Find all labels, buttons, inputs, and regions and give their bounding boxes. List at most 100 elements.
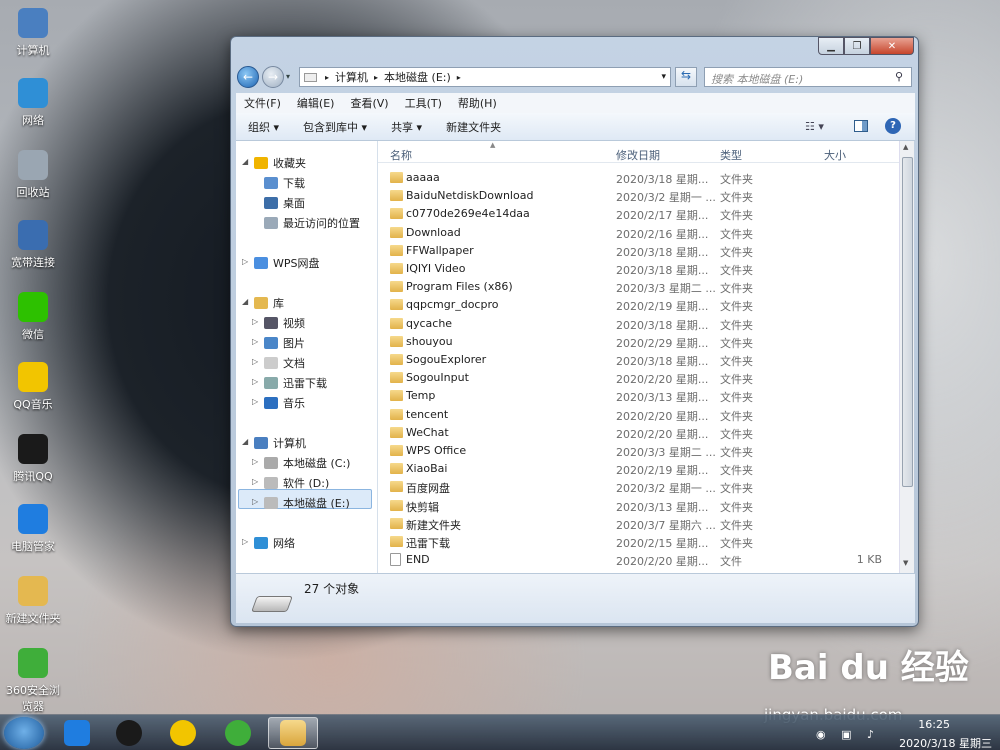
start-button[interactable] xyxy=(4,717,44,749)
desktop-icon-recycle-bin[interactable]: 回收站 xyxy=(2,150,64,200)
file-row[interactable]: qqpcmgr_docpro 2020/2/19 星期... 文件夹 xyxy=(378,296,899,314)
file-row[interactable]: 新建文件夹 2020/3/7 星期六 ... 文件夹 xyxy=(378,515,899,533)
nav-desktop[interactable]: 桌面 xyxy=(264,195,305,211)
clock-time[interactable]: 16:25 xyxy=(918,718,950,731)
preview-pane-icon[interactable] xyxy=(854,120,868,132)
breadcrumb-drive[interactable]: 本地磁盘 (E:) xyxy=(384,69,451,85)
taskbar-explorer[interactable] xyxy=(268,717,318,749)
nav-thunder[interactable]: 迅雷下载 xyxy=(264,375,327,391)
nav-documents[interactable]: 文档 xyxy=(264,355,305,371)
command-button[interactable]: 共享 ▾ xyxy=(379,119,434,135)
file-row[interactable]: WeChat 2020/2/20 星期... 文件夹 xyxy=(378,424,899,442)
scrollbar-thumb[interactable] xyxy=(902,157,913,487)
column-name[interactable]: 名称 xyxy=(390,147,412,163)
file-row[interactable]: qycache 2020/3/18 星期... 文件夹 xyxy=(378,315,899,333)
file-row[interactable]: SogouInput 2020/2/20 星期... 文件夹 xyxy=(378,369,899,387)
nav-wps[interactable]: WPS网盘 xyxy=(254,255,320,271)
desktop-icon-qq[interactable]: 腾讯QQ xyxy=(2,434,64,484)
nav-computer[interactable]: 计算机 xyxy=(254,435,306,451)
expand-arrow-icon[interactable]: ▷ xyxy=(252,337,258,346)
vertical-scrollbar[interactable]: ▲ ▼ xyxy=(899,141,914,573)
expand-arrow-icon[interactable]: ◢ xyxy=(242,297,248,306)
taskbar-pc-manager[interactable] xyxy=(52,717,102,749)
help-icon[interactable]: ? xyxy=(885,118,901,134)
search-input[interactable]: 搜索 本地磁盘 (E:) xyxy=(704,67,912,87)
desktop-icon-browser-360[interactable]: 360安全浏览器 xyxy=(2,648,64,714)
nav-favorites[interactable]: 收藏夹 xyxy=(254,155,306,171)
history-dropdown-icon[interactable]: ▾ xyxy=(286,72,290,81)
taskbar-qq[interactable] xyxy=(104,717,154,749)
nav-drive-e[interactable]: 本地磁盘 (E:) xyxy=(264,495,350,511)
maximize-button[interactable]: ❐ xyxy=(844,37,870,55)
desktop-icon-computer[interactable]: 计算机 xyxy=(2,8,64,58)
close-button[interactable]: ✕ xyxy=(870,37,914,55)
file-row[interactable]: Download 2020/2/16 星期... 文件夹 xyxy=(378,224,899,242)
column-type[interactable]: 类型 xyxy=(720,147,742,163)
command-button[interactable]: 新建文件夹 xyxy=(434,119,513,135)
expand-arrow-icon[interactable]: ▷ xyxy=(252,497,258,506)
file-row[interactable]: WPS Office 2020/3/3 星期二 ... 文件夹 xyxy=(378,442,899,460)
menu-item[interactable]: 编辑(E) xyxy=(289,95,343,111)
expand-arrow-icon[interactable]: ▷ xyxy=(252,397,258,406)
expand-arrow-icon[interactable]: ▷ xyxy=(252,317,258,326)
command-button[interactable]: 组织 ▾ xyxy=(236,119,291,135)
nav-recent[interactable]: 最近访问的位置 xyxy=(264,215,360,231)
nav-pictures[interactable]: 图片 xyxy=(264,335,305,351)
file-row[interactable]: aaaaa 2020/3/18 星期... 文件夹 xyxy=(378,169,899,187)
desktop-icon-folder[interactable]: 新建文件夹 xyxy=(2,576,64,626)
tray-icons[interactable]: ◉ ▣ ♪ xyxy=(816,728,880,741)
expand-arrow-icon[interactable]: ▷ xyxy=(252,377,258,386)
expand-arrow-icon[interactable]: ▷ xyxy=(252,357,258,366)
file-row[interactable]: c0770de269e4e14daa 2020/2/17 星期... 文件夹 xyxy=(378,205,899,223)
menu-item[interactable]: 帮助(H) xyxy=(450,95,505,111)
expand-arrow-icon[interactable]: ▷ xyxy=(242,257,248,266)
file-row[interactable]: 迅雷下载 2020/2/15 星期... 文件夹 xyxy=(378,533,899,551)
expand-arrow-icon[interactable]: ◢ xyxy=(242,157,248,166)
file-row[interactable]: 快剪辑 2020/3/13 星期... 文件夹 xyxy=(378,497,899,515)
desktop-icon-wechat[interactable]: 微信 xyxy=(2,292,64,342)
menu-item[interactable]: 查看(V) xyxy=(342,95,396,111)
clock-date[interactable]: 2020/3/18 星期三 xyxy=(899,735,992,750)
scroll-down-icon[interactable]: ▼ xyxy=(903,559,908,567)
desktop-icon-network[interactable]: 网络 xyxy=(2,78,64,128)
file-row[interactable]: 百度网盘 2020/3/2 星期一 ... 文件夹 xyxy=(378,478,899,496)
refresh-button[interactable]: ⇆ xyxy=(675,67,697,87)
file-row[interactable]: END 2020/2/20 星期... 文件 1 KB xyxy=(378,551,899,569)
desktop-icon-broadband[interactable]: 宽带连接 xyxy=(2,220,64,270)
desktop-icon-pc-manager[interactable]: 电脑管家 xyxy=(2,504,64,554)
expand-arrow-icon[interactable]: ▷ xyxy=(242,537,248,546)
taskbar-browser-360[interactable] xyxy=(213,717,263,749)
breadcrumb-computer[interactable]: 计算机 xyxy=(335,69,368,85)
nav-network[interactable]: 网络 xyxy=(254,535,295,551)
expand-arrow-icon[interactable]: ◢ xyxy=(242,437,248,446)
column-date[interactable]: 修改日期 xyxy=(616,147,660,163)
file-row[interactable]: FFWallpaper 2020/3/18 星期... 文件夹 xyxy=(378,242,899,260)
file-row[interactable]: SogouExplorer 2020/3/18 星期... 文件夹 xyxy=(378,351,899,369)
menu-item[interactable]: 文件(F) xyxy=(236,95,289,111)
expand-arrow-icon[interactable]: ▷ xyxy=(252,457,258,466)
forward-button[interactable]: → xyxy=(262,66,284,88)
address-dropdown-icon[interactable]: ▾ xyxy=(661,72,666,82)
expand-arrow-icon[interactable]: ▷ xyxy=(252,477,258,486)
file-row[interactable]: XiaoBai 2020/2/19 星期... 文件夹 xyxy=(378,460,899,478)
search-icon[interactable]: ⚲ xyxy=(895,70,903,83)
nav-downloads[interactable]: 下载 xyxy=(264,175,305,191)
file-row[interactable]: shouyou 2020/2/29 星期... 文件夹 xyxy=(378,333,899,351)
back-button[interactable]: ← xyxy=(237,66,259,88)
nav-library[interactable]: 库 xyxy=(254,295,284,311)
menu-item[interactable]: 工具(T) xyxy=(397,95,450,111)
taskbar-qq-music[interactable] xyxy=(158,717,208,749)
file-row[interactable]: Program Files (x86) 2020/3/3 星期二 ... 文件夹 xyxy=(378,278,899,296)
nav-music[interactable]: 音乐 xyxy=(264,395,305,411)
desktop-icon-qq-music[interactable]: QQ音乐 xyxy=(2,362,64,412)
scroll-up-icon[interactable]: ▲ xyxy=(903,143,908,151)
file-row[interactable]: BaiduNetdiskDownload 2020/3/2 星期一 ... 文件夹 xyxy=(378,187,899,205)
file-row[interactable]: Temp 2020/3/13 星期... 文件夹 xyxy=(378,387,899,405)
column-size[interactable]: 大小 xyxy=(824,147,846,163)
nav-drive-d[interactable]: 软件 (D:) xyxy=(264,475,329,491)
file-row[interactable]: IQIYI Video 2020/3/18 星期... 文件夹 xyxy=(378,260,899,278)
address-bar[interactable]: ▸ 计算机 ▸ 本地磁盘 (E:) ▸ ▾ xyxy=(299,67,671,87)
command-button[interactable]: 包含到库中 ▾ xyxy=(291,119,379,135)
view-options-icon[interactable]: ☷ ▾ xyxy=(805,120,824,133)
nav-drive-c[interactable]: 本地磁盘 (C:) xyxy=(264,455,350,471)
